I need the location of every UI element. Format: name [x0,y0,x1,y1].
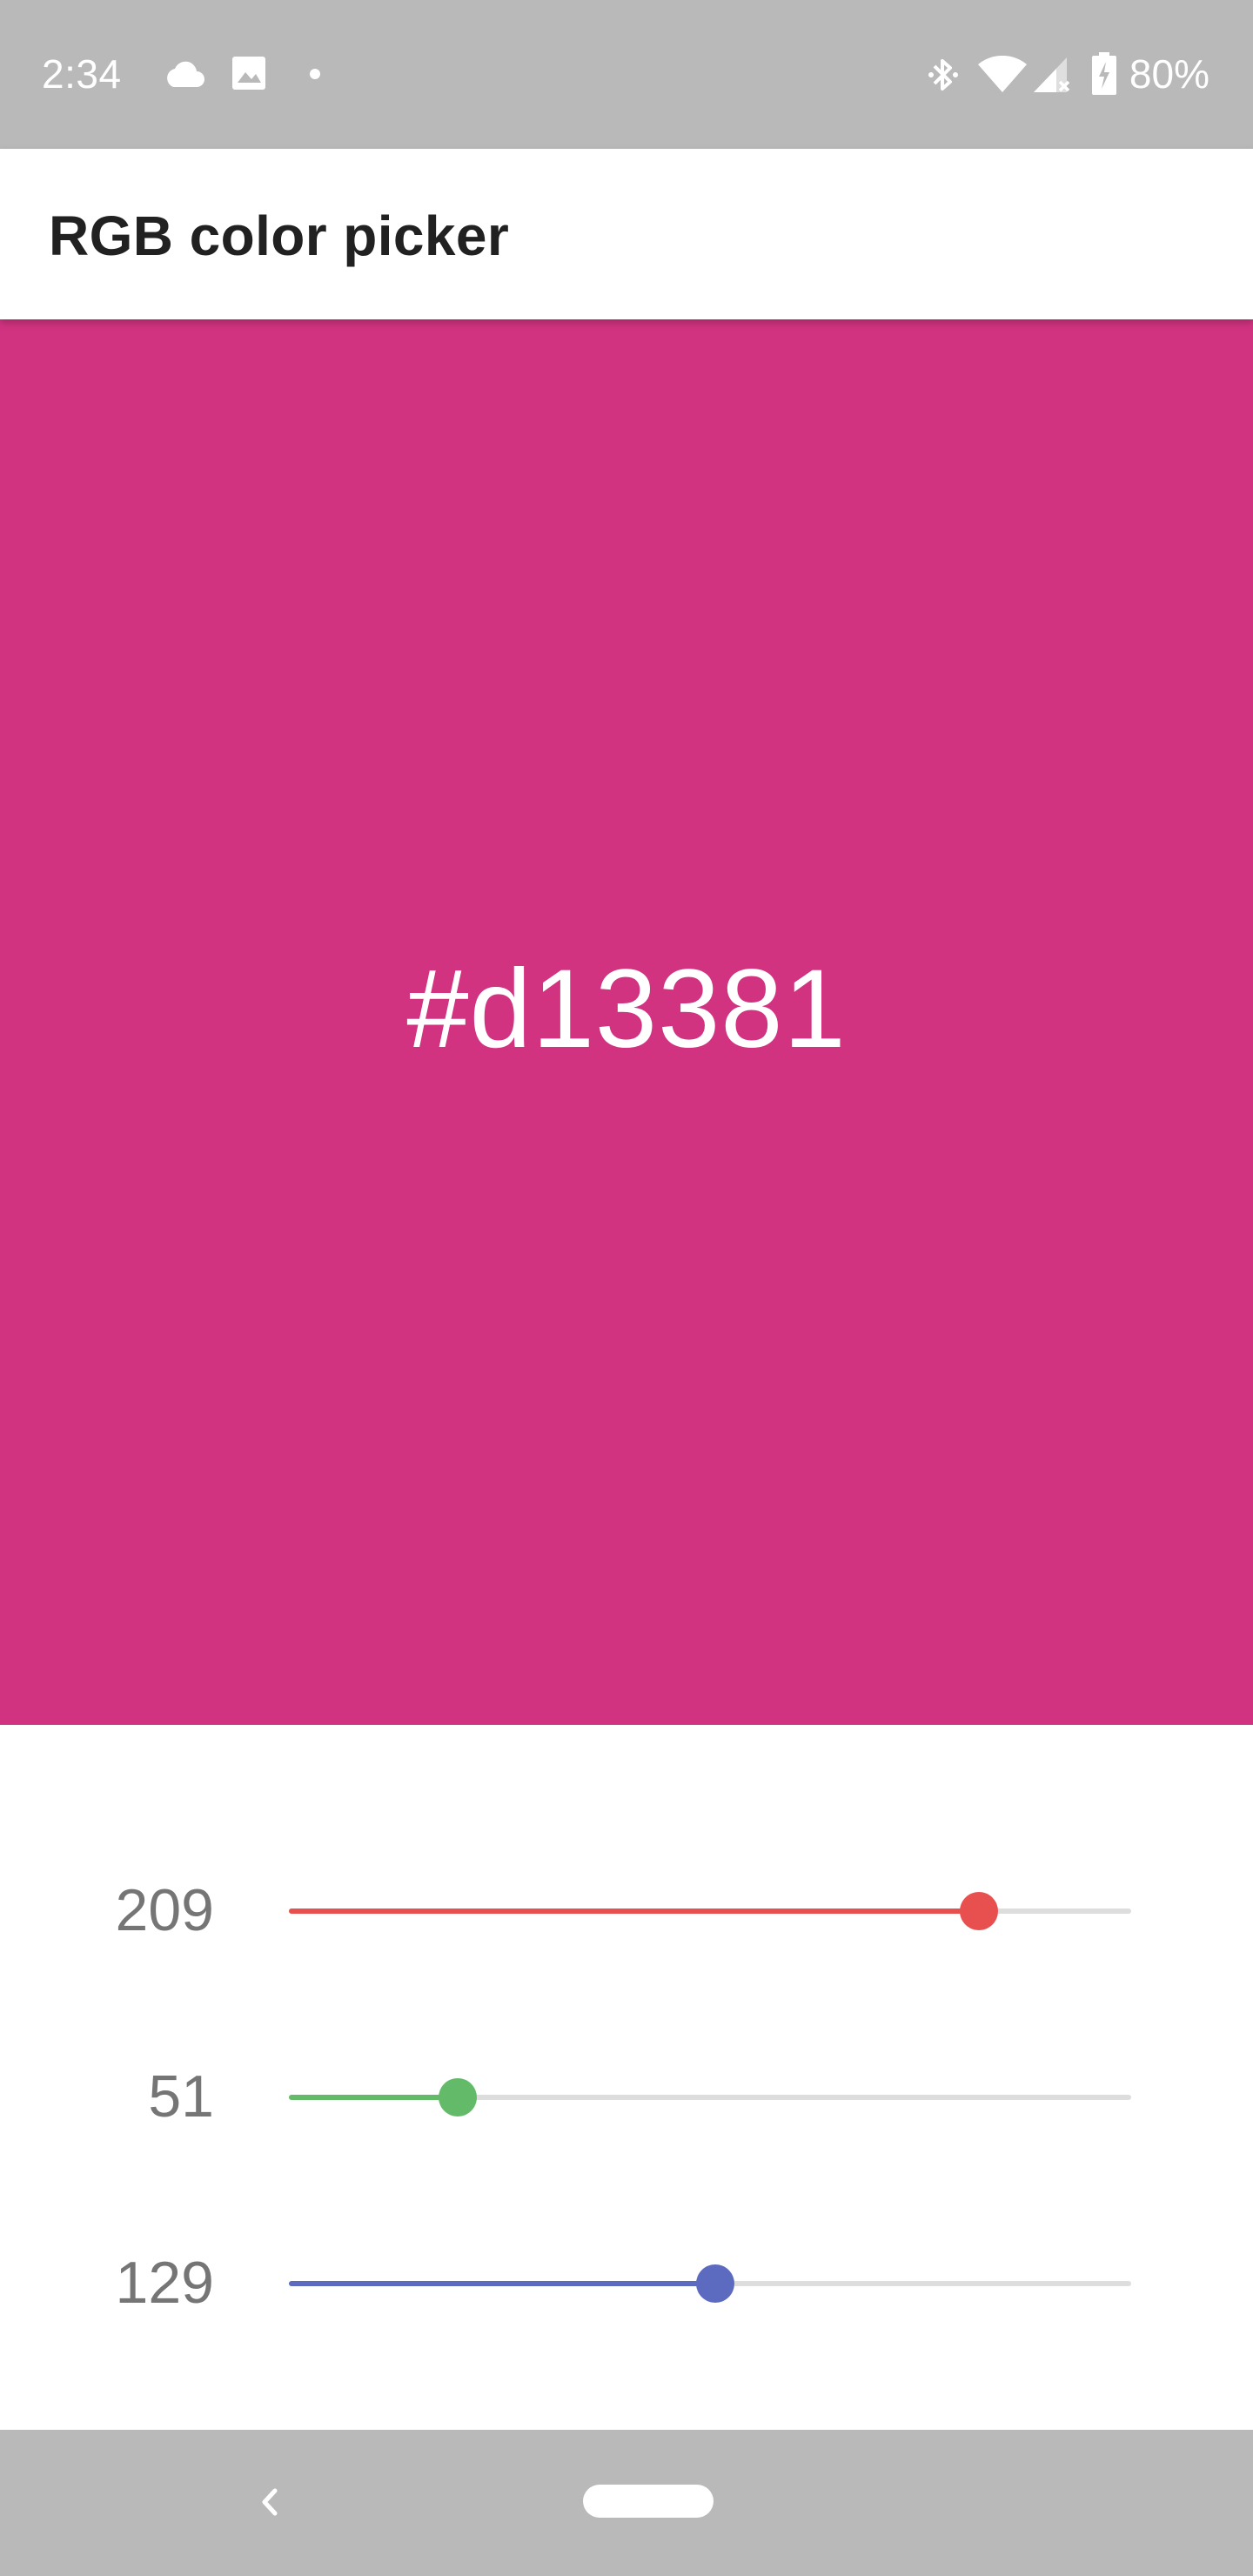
image-icon [232,57,265,90]
cloud-icon [167,61,204,87]
red-slider-row: 209 [0,1862,1253,1958]
battery-percent: 80% [1129,51,1209,97]
red-value: 209 [115,1877,214,1943]
blue-slider-thumb[interactable] [695,2264,734,2303]
home-pill-icon[interactable] [583,2485,714,2518]
green-value: 51 [148,2063,214,2130]
app-title: RGB color picker [49,205,510,267]
green-slider-fill [289,2095,458,2100]
notification-dot-icon [310,69,320,79]
green-slider-row: 51 [0,2049,1253,2144]
battery-icon [1092,52,1116,95]
blue-slider-row: 129 [0,2235,1253,2331]
hex-value: #d13381 [406,947,847,1071]
green-slider-thumb[interactable] [438,2078,477,2116]
red-slider-fill [289,1909,980,1914]
status-bar: 2:34 80% [0,0,1253,149]
bluetooth-icon [928,59,958,91]
green-slider[interactable] [289,2078,1131,2116]
red-slider[interactable] [289,1892,1131,1930]
red-slider-thumb[interactable] [960,1892,999,1930]
blue-slider[interactable] [289,2264,1131,2303]
rgb-sliders: 209 51 129 [0,1725,1253,2430]
back-icon[interactable] [252,2480,287,2524]
wifi-icon [978,56,1027,92]
blue-value: 129 [115,2250,214,2316]
screen: 2:34 80% RGB color picker #d13381 209 51… [0,0,1253,2576]
status-time: 2:34 [42,51,122,97]
navigation-bar [0,2430,1253,2576]
cell-signal-icon [1034,57,1070,92]
app-bar: RGB color picker [0,149,1253,319]
color-preview: #d13381 [0,319,1253,1725]
blue-slider-fill [289,2281,715,2286]
